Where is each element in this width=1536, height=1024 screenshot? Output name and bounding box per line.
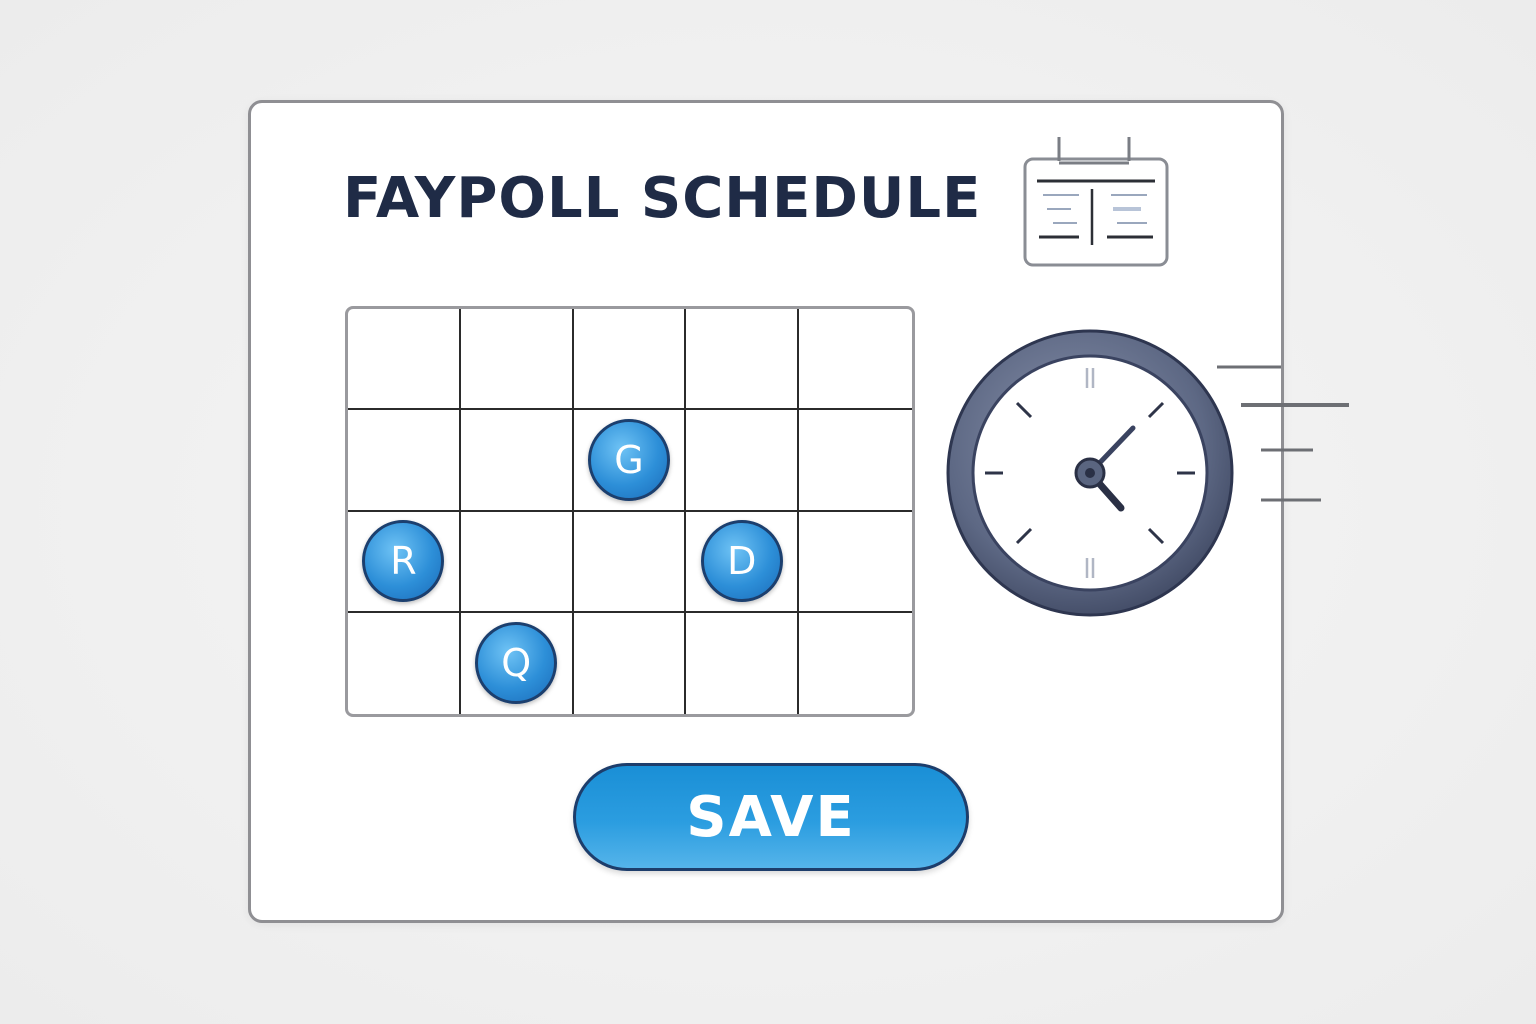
page-title: FAYPOLL SCHEDULE xyxy=(343,166,982,231)
schedule-marker[interactable]: Q xyxy=(475,622,558,705)
grid-cell[interactable] xyxy=(799,512,912,613)
schedule-grid[interactable]: G R D Q xyxy=(345,306,915,717)
grid-cell[interactable] xyxy=(348,410,461,512)
save-button[interactable]: SAVE xyxy=(573,763,969,871)
payroll-schedule-card: FAYPOLL SCHEDULE G R D Q SAVE xyxy=(248,100,1349,923)
schedule-marker[interactable]: D xyxy=(700,520,783,603)
grid-cell[interactable]: Q xyxy=(461,612,574,714)
grid-cell[interactable] xyxy=(460,511,574,613)
grid-cell[interactable] xyxy=(573,309,687,411)
app-background: FAYPOLL SCHEDULE G R D Q SAVE xyxy=(0,0,1536,1024)
motion-lines xyxy=(1211,358,1351,508)
schedule-marker[interactable]: R xyxy=(362,520,445,603)
grid-cell[interactable] xyxy=(686,612,800,714)
grid-cell[interactable] xyxy=(799,309,912,411)
grid-cell[interactable]: D xyxy=(686,511,800,613)
grid-cell[interactable] xyxy=(460,309,574,411)
grid-cell[interactable] xyxy=(799,410,912,512)
calendar-icon[interactable] xyxy=(1021,133,1171,269)
grid-cell[interactable]: R xyxy=(348,511,461,613)
grid-cell[interactable] xyxy=(460,410,574,512)
grid-cell[interactable]: G xyxy=(573,410,687,512)
schedule-marker[interactable]: G xyxy=(587,418,670,501)
clock-icon xyxy=(945,328,1235,618)
grid-cell[interactable] xyxy=(799,613,912,714)
grid-cell[interactable] xyxy=(348,612,461,714)
grid-cell[interactable] xyxy=(348,309,461,411)
grid-cell[interactable] xyxy=(686,309,800,411)
grid-cell[interactable] xyxy=(574,612,687,714)
grid-cell[interactable] xyxy=(573,511,687,613)
grid-cell[interactable] xyxy=(686,410,800,512)
